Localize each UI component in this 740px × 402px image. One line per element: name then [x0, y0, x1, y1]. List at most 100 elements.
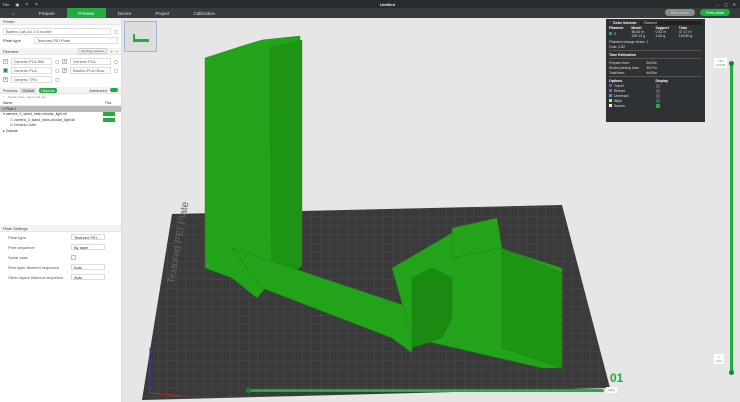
- flushing-button[interactable]: Flushing volumes: [77, 48, 108, 54]
- advanced-switch[interactable]: [110, 88, 118, 92]
- setting-label: First layer filament sequence: [8, 264, 60, 270]
- top-layer-label: 715 143.00: [714, 58, 728, 68]
- legend-panel: ⌃ Color Scheme Filament Filament Model Sup…: [606, 19, 705, 122]
- filament-item[interactable]: 1 Generic PLA Silk ▢: [3, 57, 59, 65]
- minimize-icon[interactable]: –: [717, 2, 719, 7]
- tree-object[interactable]: ▾ camera_3_stand_main-circular_light.stl: [0, 112, 121, 118]
- plate-type-select[interactable]: Textured PEI Plate: [34, 37, 118, 44]
- print-plate-button[interactable]: Print plate: [699, 9, 730, 16]
- slice-plate-button[interactable]: Slice plate: [664, 9, 695, 16]
- filament-select[interactable]: Generic PLA: [70, 57, 112, 65]
- save-icon[interactable]: ▣: [15, 2, 19, 7]
- option-label: Retract: [614, 88, 626, 93]
- color-scheme-select[interactable]: Filament: [640, 20, 702, 25]
- tab-project[interactable]: Project: [144, 8, 182, 18]
- filament-swatch[interactable]: 4: [62, 67, 67, 73]
- edit-icon[interactable]: ▢: [114, 29, 118, 34]
- col: Model: [631, 25, 642, 30]
- plate-setting-row: Other layers filament sequence Auto: [0, 272, 121, 282]
- filament-swatch[interactable]: 3: [3, 67, 8, 73]
- redo-icon[interactable]: ↷: [35, 2, 38, 7]
- col: Filament: [609, 25, 624, 30]
- setting-label: Spiral vase: [8, 254, 28, 260]
- 3d-viewport[interactable]: Textured PEI Plate 01 ⌃ Color Scheme Fil…: [122, 18, 740, 402]
- add-icon[interactable]: +: [110, 49, 112, 54]
- filament-item[interactable]: 2 Generic PLA ▢: [62, 57, 118, 65]
- display-checkbox[interactable]: [655, 88, 660, 93]
- filament-item[interactable]: 5 Generic TPU ▢: [3, 75, 59, 83]
- option-label: Wipe: [614, 98, 622, 103]
- edit-icon[interactable]: ▢: [114, 59, 118, 64]
- filament-select[interactable]: Generic PLA: [11, 66, 53, 74]
- setting-select[interactable]: Textured PEI...: [71, 234, 105, 240]
- filament-select[interactable]: Bambu PLA Glow: [70, 66, 112, 74]
- filament-id: 3: [614, 32, 616, 37]
- color-scheme-label: Color Scheme: [612, 20, 637, 25]
- display-checkbox[interactable]: [655, 103, 660, 108]
- edit-icon[interactable]: ▢: [114, 68, 118, 73]
- objects-toggle[interactable]: Objects: [39, 87, 57, 93]
- option-label: Travel: [614, 83, 624, 88]
- tab-device[interactable]: Device: [106, 8, 144, 18]
- file-menu[interactable]: File: [3, 2, 9, 7]
- filament-swatch[interactable]: 1: [3, 58, 8, 64]
- cost: Cost: 2.82: [609, 44, 625, 49]
- setting-select[interactable]: Auto: [71, 274, 105, 280]
- display-checkbox[interactable]: [655, 93, 660, 98]
- option-swatch: [609, 88, 612, 92]
- main-nav: ⌂ Prepare Preview Device Project Calibra…: [0, 8, 740, 18]
- filament-item[interactable]: 4 Bambu PLA Glow ▢: [62, 66, 118, 74]
- tree-part[interactable]: ☐ camera_3_stand_main-circular_light.stl: [0, 117, 121, 123]
- printer-header: Printer: [0, 18, 121, 25]
- process-title: Process: [3, 87, 18, 93]
- filament-badge[interactable]: [103, 117, 115, 122]
- display-checkbox[interactable]: [655, 98, 660, 103]
- bottom-height: 0.24: [716, 359, 722, 363]
- global-toggle[interactable]: Global: [20, 87, 37, 93]
- filament-select[interactable]: Generic PLA Silk: [11, 57, 53, 65]
- bottom-knob[interactable]: [729, 370, 734, 375]
- col-filament: Fila.: [105, 100, 112, 105]
- plate-settings-header: Plate Settings: [0, 225, 121, 232]
- filament-badge[interactable]: [103, 112, 115, 117]
- edit-icon[interactable]: ▢: [55, 59, 59, 64]
- tree-label: Outside: [5, 128, 18, 133]
- filament-swatch[interactable]: 2: [62, 58, 67, 64]
- filament-title: Filament: [3, 48, 19, 54]
- maximize-icon[interactable]: ▢: [724, 2, 728, 7]
- setting-select[interactable]: Auto: [71, 264, 105, 270]
- plate-setting-row: Print sequence By layer: [0, 242, 121, 252]
- filament-select[interactable]: Generic TPU: [11, 75, 53, 83]
- top-knob[interactable]: [729, 61, 734, 66]
- setting-select[interactable]: By layer: [71, 244, 105, 250]
- close-icon[interactable]: ✕: [733, 2, 736, 7]
- home-icon[interactable]: ⌂: [0, 8, 27, 18]
- tree-outside[interactable]: ▸ Outside: [0, 128, 121, 134]
- plate-number: 01: [610, 371, 624, 385]
- option-row: Seams: [609, 103, 702, 108]
- model-time-label: Model printing time:: [609, 65, 640, 70]
- edit-icon[interactable]: ▢: [55, 68, 59, 73]
- edit-icon[interactable]: ▢: [55, 77, 59, 82]
- prepare-time: 4m23s: [646, 60, 657, 65]
- spiral-vase-checkbox[interactable]: [71, 254, 76, 260]
- tab-preview[interactable]: Preview: [66, 8, 106, 18]
- layer-slider[interactable]: [729, 61, 734, 375]
- object-search-input[interactable]: Search plate, object and part: [8, 95, 46, 99]
- undo-icon[interactable]: ↶: [25, 2, 28, 7]
- setting-label: Print sequence: [8, 244, 35, 250]
- display-checkbox[interactable]: [655, 83, 660, 88]
- filament-swatch[interactable]: 5: [3, 76, 8, 82]
- total-time: 4h32m: [646, 70, 657, 75]
- move-slider[interactable]: [246, 388, 604, 393]
- tab-prepare[interactable]: Prepare: [27, 8, 67, 18]
- remove-icon[interactable]: −: [116, 49, 118, 54]
- move-knob[interactable]: [246, 388, 251, 393]
- printer-select[interactable]: Bambu Lab A1 0.4 nozzle: [3, 28, 112, 35]
- tab-calibration[interactable]: Calibration: [182, 8, 228, 18]
- plate-settings: Plate Settings Plate type Textured PEI...…: [0, 225, 121, 282]
- filament-item[interactable]: 3 Generic PLA ▢: [3, 66, 59, 74]
- object-tree: ▾ Plate 1 ▾ camera_3_stand_main-circular…: [0, 106, 121, 134]
- left-panel: Printer Bambu Lab A1 0.4 nozzle ▢ Plate t…: [0, 18, 122, 402]
- printer-title: Printer: [3, 18, 15, 24]
